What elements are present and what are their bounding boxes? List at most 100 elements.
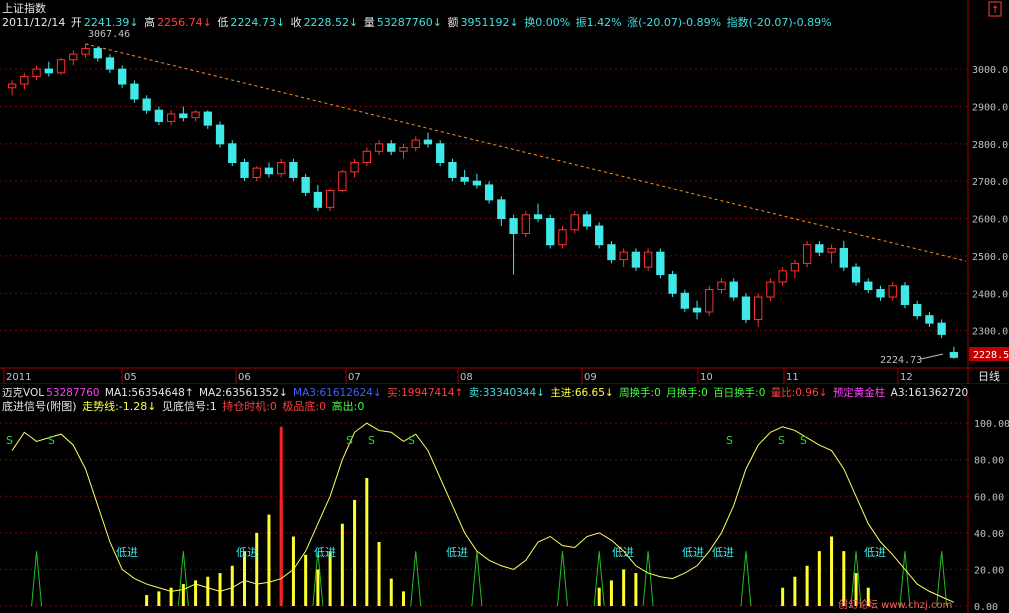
candle-body <box>546 218 555 246</box>
signal-spike <box>557 551 568 607</box>
candle-body <box>264 167 274 175</box>
candle-body <box>154 109 164 122</box>
candle-body <box>619 251 628 261</box>
volume-bar <box>793 576 797 606</box>
buy-marker: 低进 <box>446 546 468 559</box>
candle-body <box>338 171 347 192</box>
candlestick-chart[interactable]: 3000.0 2900.0 2800.0 2700.0 2600.0 2500.0 2400… <box>0 0 1009 384</box>
candle-body <box>215 124 225 145</box>
candle-body <box>790 262 800 272</box>
x-tick-label: 09 <box>584 372 597 383</box>
buy-marker: 低进 <box>864 546 886 559</box>
x-tick-label: 08 <box>460 372 473 383</box>
candle-body <box>888 285 897 298</box>
candle-body <box>668 274 677 294</box>
candle-body <box>949 352 959 358</box>
volume-bar <box>402 591 405 606</box>
buy-marker: 低进 <box>236 546 258 559</box>
x-tick-label: 11 <box>786 372 799 383</box>
sell-marker: S <box>368 434 375 447</box>
candle-body <box>228 143 237 164</box>
candle-body <box>851 266 861 283</box>
signal-spike <box>410 551 422 607</box>
candle-body <box>81 48 90 55</box>
buy-marker: 低进 <box>314 546 336 559</box>
signal-spike <box>899 551 911 607</box>
candle-body <box>656 251 665 276</box>
candle-body <box>313 191 323 208</box>
candle-body <box>423 139 433 145</box>
candle-body <box>399 147 408 152</box>
candle-body <box>436 143 445 164</box>
volume-bar <box>597 587 601 606</box>
candle-body <box>130 83 139 100</box>
signal-spike <box>471 551 483 607</box>
candle-body <box>460 176 469 182</box>
candle-body <box>472 180 482 186</box>
x-tick-label: 06 <box>238 372 251 383</box>
low-price-leader <box>920 353 944 360</box>
candle-body <box>118 68 127 85</box>
signal-spike <box>936 551 948 607</box>
candle-body <box>289 162 298 178</box>
volume-bar <box>316 569 320 606</box>
main-y-tick: 2900.0 <box>972 102 1008 113</box>
x-tick-label: 05 <box>124 372 137 383</box>
volume-bar <box>243 551 246 606</box>
sell-marker: S <box>48 434 55 447</box>
candle-body <box>705 289 714 313</box>
volume-bar <box>842 551 846 606</box>
candle-body <box>754 296 763 320</box>
volume-bar <box>304 554 308 606</box>
candle-body <box>631 251 641 268</box>
volume-bar <box>389 578 393 606</box>
period-label[interactable]: 日线 <box>978 369 1000 383</box>
candle-body <box>69 53 78 61</box>
volume-bar <box>353 499 357 606</box>
candle-body <box>607 244 616 261</box>
candle-body <box>741 296 751 320</box>
candle-body <box>925 315 934 324</box>
x-tick-label: 2011 <box>6 372 31 383</box>
x-tick-label: 10 <box>700 372 713 383</box>
candle-body <box>533 214 543 220</box>
candle-body <box>240 162 249 178</box>
volume-bar <box>230 565 234 606</box>
candle-body <box>142 98 151 111</box>
candle-body <box>570 214 579 231</box>
candle-body <box>766 281 775 298</box>
candle-body <box>301 176 310 193</box>
main-y-tick: 2400.0 <box>972 289 1008 300</box>
main-y-tick: 2700.0 <box>972 177 1008 188</box>
candle-body <box>252 167 261 178</box>
buy-marker: 低进 <box>712 546 734 559</box>
sub-y-tick: 40.00 <box>974 529 1004 540</box>
volume-bar <box>781 587 785 606</box>
volume-bar <box>291 536 295 606</box>
candle-body <box>20 76 29 85</box>
candle-body <box>105 57 115 70</box>
candle-body <box>913 303 922 317</box>
candle-body <box>900 285 910 305</box>
candle-body <box>362 150 371 164</box>
candle-body <box>325 190 335 208</box>
candle-body <box>815 244 824 253</box>
main-y-tick: 2800.0 <box>972 140 1008 151</box>
candle-body <box>521 214 530 234</box>
candle-body <box>191 111 200 119</box>
candle-body <box>827 247 836 253</box>
volume-bar <box>377 542 381 606</box>
volume-bar <box>145 595 149 606</box>
volume-bar <box>181 584 185 606</box>
volume-bar <box>328 551 332 606</box>
indicator-chart[interactable]: S S S S S S S S低进 低进 低进 低进 低进 低进 低进 低进 100.0080.0060.0… <box>0 396 1009 613</box>
volume-bar <box>830 536 834 606</box>
main-y-tick: 2500.0 <box>972 252 1008 263</box>
candle-body <box>44 68 53 74</box>
volume-bar <box>206 576 210 606</box>
candle-body <box>717 281 726 291</box>
sub-y-tick: 100.00 <box>974 419 1009 430</box>
sub-y-tick: 60.00 <box>974 492 1004 503</box>
candle-body <box>802 244 812 264</box>
volume-bar <box>169 587 173 606</box>
